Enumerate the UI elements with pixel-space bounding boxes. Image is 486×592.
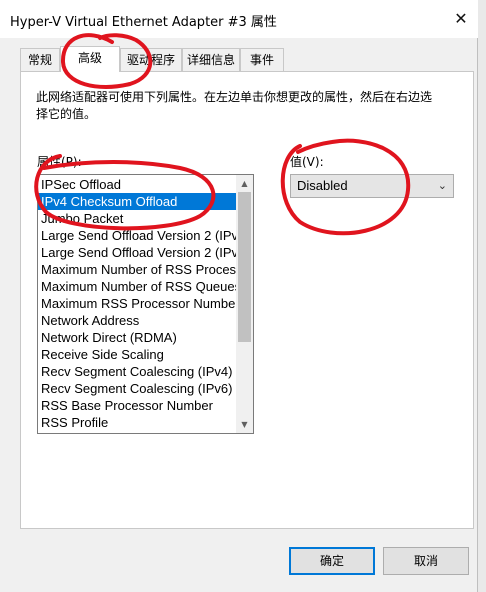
list-item[interactable]: RSS Profile <box>38 414 237 431</box>
value-label: 值(V): <box>290 155 324 169</box>
property-label: 属性(P): <box>37 155 82 169</box>
list-item[interactable]: Maximum Number of RSS Queues <box>38 278 237 295</box>
list-item[interactable]: Large Send Offload Version 2 (IPv4) <box>38 227 237 244</box>
value-dropdown-text: Disabled <box>297 178 348 193</box>
cancel-button[interactable]: 取消 <box>383 547 469 575</box>
tab-general[interactable]: 常规 <box>20 48 60 72</box>
property-listbox[interactable]: IPSec Offload IPv4 Checksum Offload Jumb… <box>37 174 254 434</box>
list-item[interactable]: Maximum Number of RSS Processors <box>38 261 237 278</box>
list-item[interactable]: Large Send Offload Version 2 (IPv6) <box>38 244 237 261</box>
tab-driver[interactable]: 驱动程序 <box>120 48 182 72</box>
window-title: Hyper-V Virtual Ethernet Adapter #3 属性 <box>10 15 277 30</box>
scroll-down-icon[interactable]: ▼ <box>236 416 253 433</box>
ok-button[interactable]: 确定 <box>289 547 375 575</box>
tab-events[interactable]: 事件 <box>240 48 284 72</box>
tab-details[interactable]: 详细信息 <box>182 48 240 72</box>
list-item[interactable]: RSS Base Processor Number <box>38 397 237 414</box>
list-item-selected[interactable]: IPv4 Checksum Offload <box>38 193 237 210</box>
property-list: IPSec Offload IPv4 Checksum Offload Jumb… <box>38 176 237 431</box>
list-item[interactable]: Recv Segment Coalescing (IPv6) <box>38 380 237 397</box>
value-dropdown[interactable]: Disabled ⌄ <box>290 174 454 198</box>
list-item[interactable]: Receive Side Scaling <box>38 346 237 363</box>
vertical-scrollbar[interactable]: ▲ ▼ <box>236 175 253 433</box>
list-item[interactable]: Recv Segment Coalescing (IPv4) <box>38 363 237 380</box>
list-item[interactable]: Maximum RSS Processor Number <box>38 295 237 312</box>
description-text: 此网络适配器可使用下列属性。在左边单击你想更改的属性，然后在右边选择它的值。 <box>36 90 433 121</box>
list-item[interactable]: IPSec Offload <box>38 176 237 193</box>
close-icon[interactable]: ✕ <box>448 6 474 32</box>
list-item[interactable]: Jumbo Packet <box>38 210 237 227</box>
list-item[interactable]: Network Direct (RDMA) <box>38 329 237 346</box>
scroll-up-icon[interactable]: ▲ <box>236 175 253 192</box>
list-item[interactable]: Network Address <box>38 312 237 329</box>
title-bar[interactable]: Hyper-V Virtual Ethernet Adapter #3 属性 ✕ <box>0 0 478 38</box>
tab-advanced[interactable]: 高级 <box>60 46 120 72</box>
chevron-down-icon: ⌄ <box>437 180 447 192</box>
properties-dialog: Hyper-V Virtual Ethernet Adapter #3 属性 ✕… <box>0 0 478 592</box>
scroll-thumb[interactable] <box>238 192 251 342</box>
